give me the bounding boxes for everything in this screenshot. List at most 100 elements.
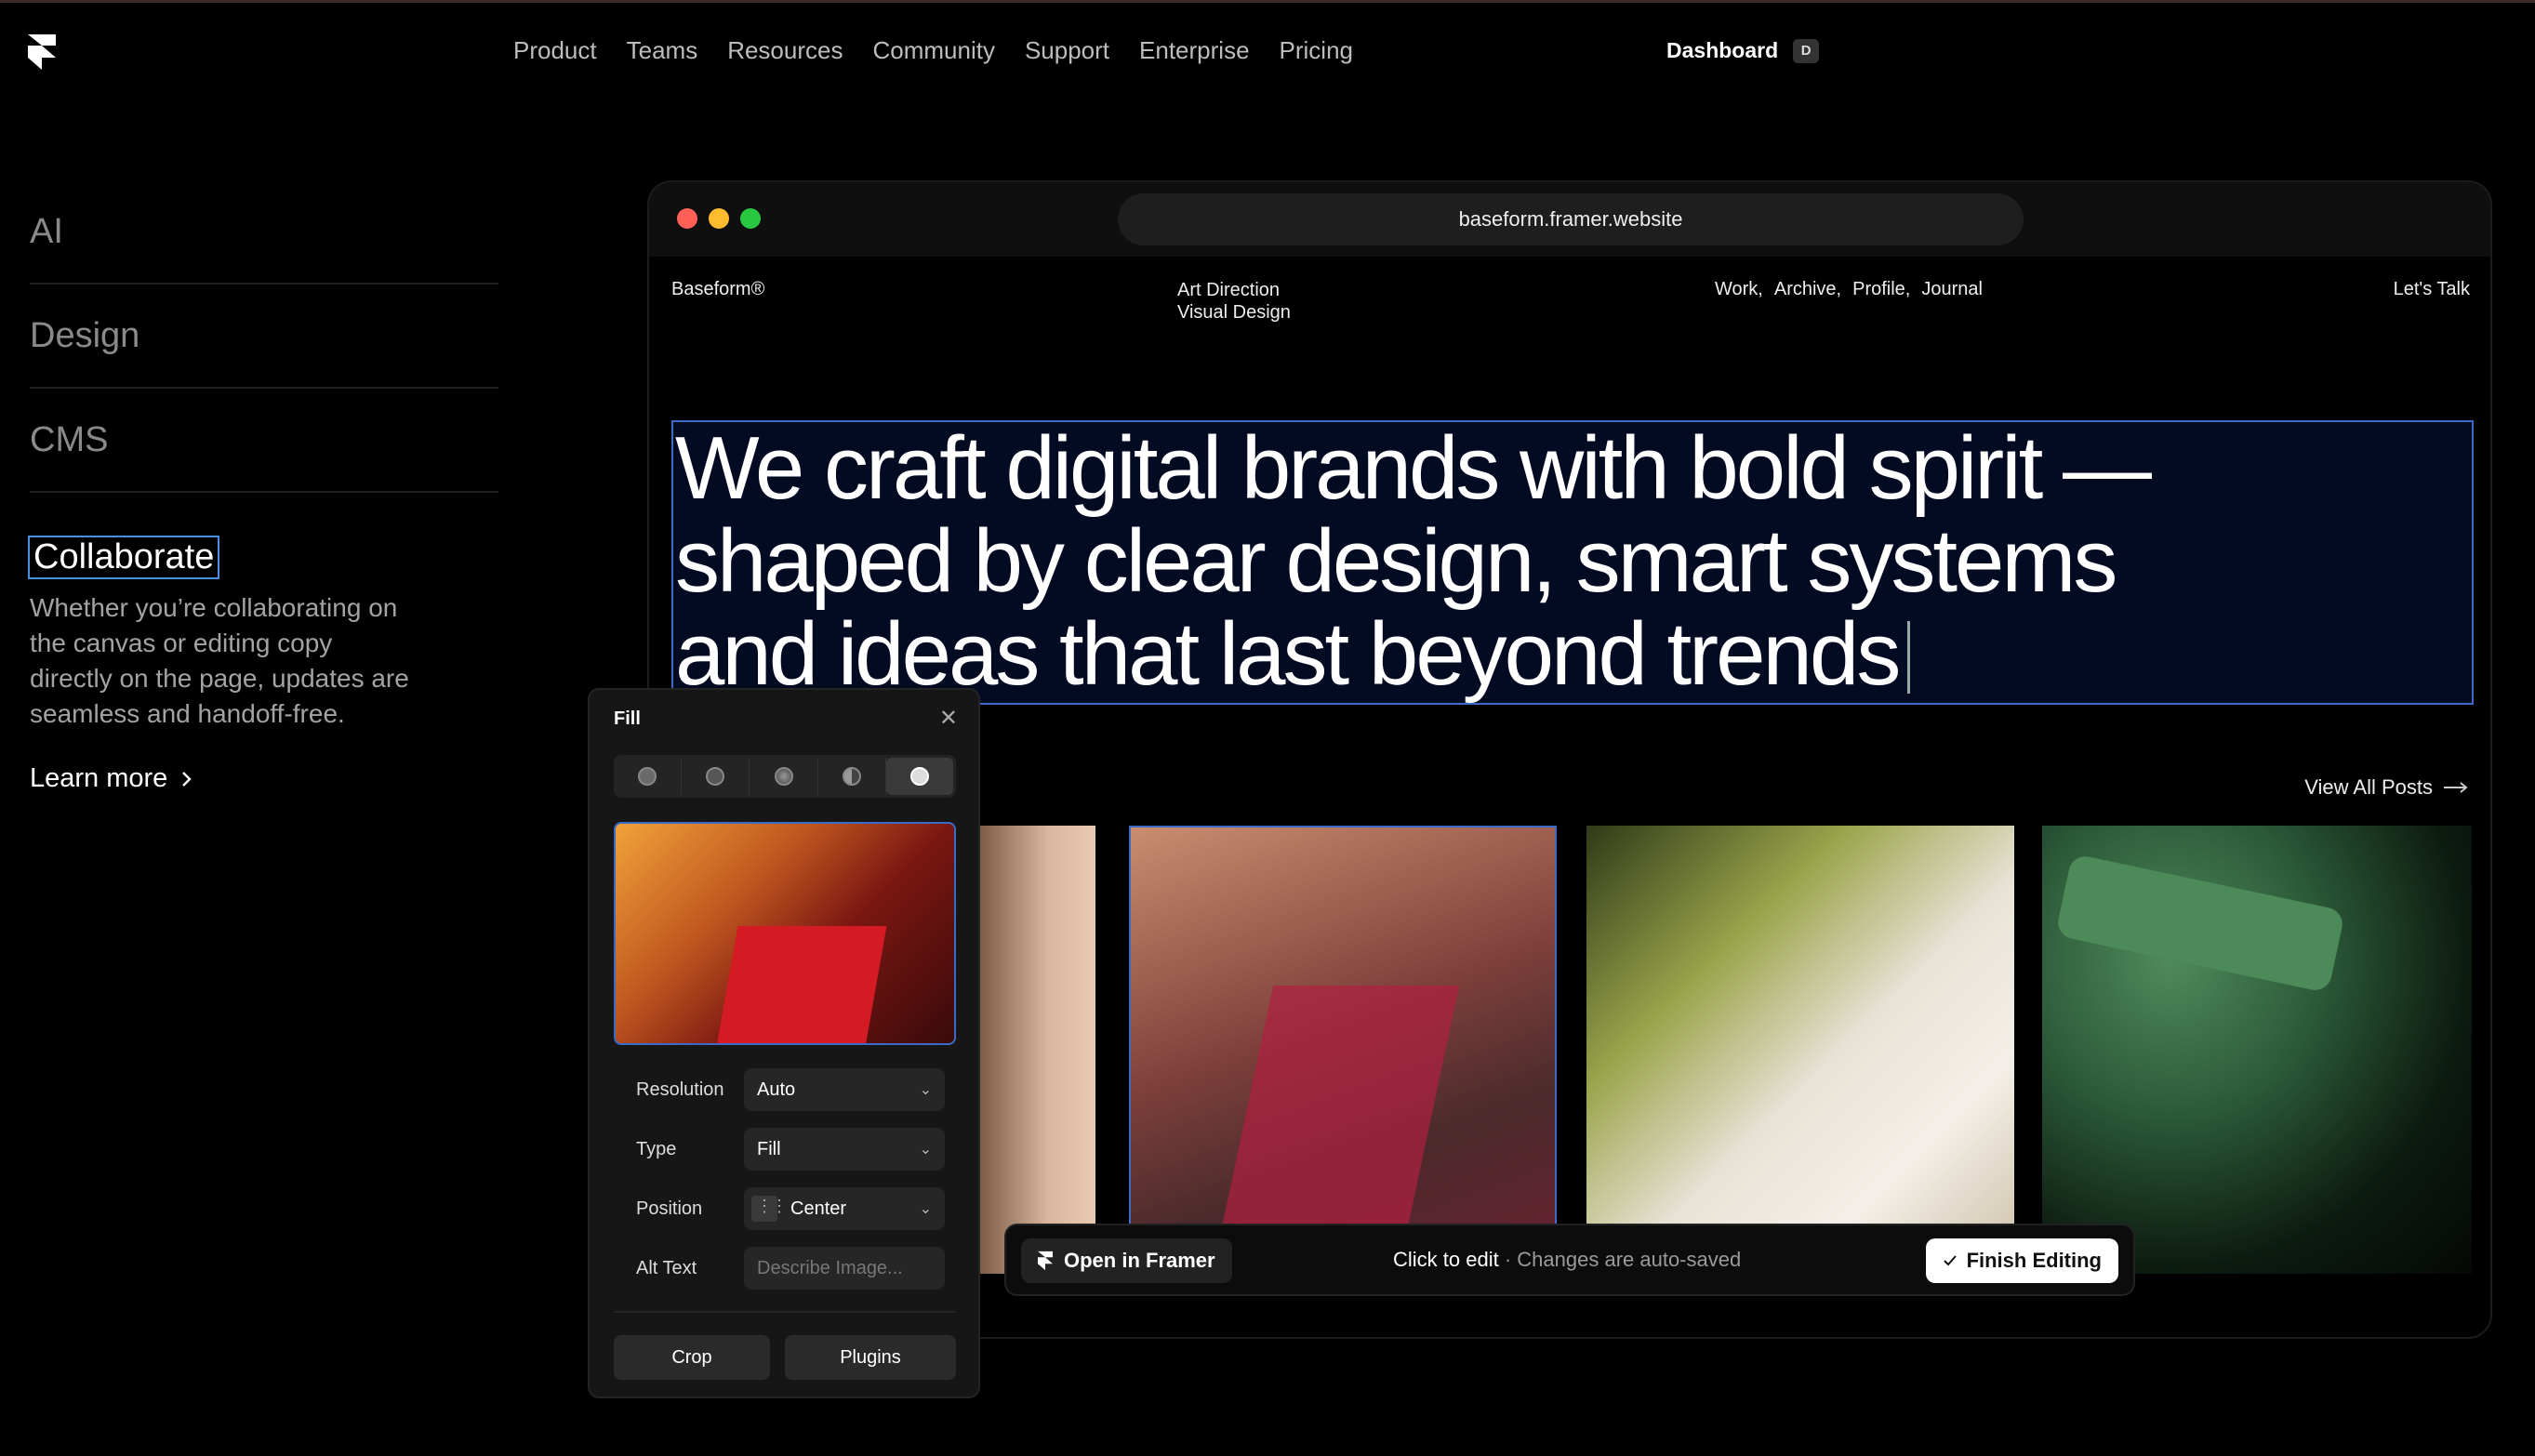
nav-community[interactable]: Community: [872, 36, 994, 65]
site-cta-lets-talk[interactable]: Let's Talk: [2394, 279, 2470, 300]
dashboard-shortcut-badge: D: [1793, 38, 1820, 63]
fill-solid-option[interactable]: [614, 758, 683, 795]
open-in-framer-button[interactable]: Open in Framer: [1021, 1238, 1232, 1283]
feature-ai[interactable]: AI: [30, 180, 498, 285]
dashboard-link[interactable]: Dashboard D: [1666, 38, 1820, 63]
resolution-value: Auto: [757, 1079, 796, 1100]
position-value: Center: [790, 1198, 847, 1219]
edit-hint-separator: ·: [1498, 1248, 1518, 1271]
main-nav: Product Teams Resources Community Suppor…: [513, 36, 1353, 65]
type-row: Type Fill ⌄: [614, 1127, 956, 1171]
feature-design[interactable]: Design: [30, 285, 498, 389]
browser-chrome: baseform.framer.website: [649, 182, 2490, 257]
hero-headline-line-2: shaped by clear design, smart systems: [675, 511, 2117, 611]
chair-arm-shape: [2054, 853, 2346, 994]
image-fill-icon: [909, 767, 929, 786]
edit-hint-sub: Changes are auto-saved: [1517, 1248, 1742, 1271]
site-tagline-line-2: Visual Design: [1177, 302, 1291, 323]
edit-mode-toolbar: Open in Framer Click to edit · Changes a…: [1004, 1224, 2135, 1296]
address-bar[interactable]: baseform.framer.website: [1118, 193, 2024, 245]
position-row: Position Center ⌄: [614, 1186, 956, 1231]
hero-headline-line-3: and ideas that last beyond trends: [675, 608, 2470, 701]
preview-jacket-shape: [716, 926, 887, 1043]
edit-hint-main: Click to edit: [1393, 1248, 1499, 1271]
text-caret: [1907, 621, 1911, 694]
feature-list: AI Design CMS Collaborate Whether you’re…: [28, 180, 498, 794]
fill-image-preview[interactable]: [614, 822, 956, 1045]
nav-pricing[interactable]: Pricing: [1280, 36, 1353, 65]
close-icon[interactable]: ✕: [939, 705, 958, 732]
resolution-label: Resolution: [636, 1079, 724, 1100]
alt-text-input[interactable]: Describe Image...: [744, 1247, 945, 1290]
site-link-work[interactable]: Work,: [1715, 279, 1763, 300]
site-header: Baseform® Art Direction Visual Design Wo…: [671, 279, 2470, 335]
fill-linear-option[interactable]: [682, 758, 750, 795]
linear-gradient-icon: [706, 767, 725, 786]
chevron-down-icon: ⌄: [919, 1082, 932, 1098]
site-link-journal[interactable]: Journal: [1921, 279, 1983, 300]
framer-logo-icon[interactable]: [28, 34, 56, 70]
position-grid-icon: [751, 1196, 786, 1222]
alt-text-label: Alt Text: [636, 1257, 697, 1278]
hero-headline-line-1: We craft digital brands with bold spirit…: [675, 418, 2152, 518]
hero-headline-editable[interactable]: We craft digital brands with bold spirit…: [671, 420, 2474, 705]
check-icon: [1943, 1255, 1957, 1266]
framer-logo-icon: [1038, 1251, 1053, 1271]
minimize-window-dot-icon[interactable]: [709, 208, 729, 229]
nav-enterprise[interactable]: Enterprise: [1139, 36, 1250, 65]
position-value-cell: Center: [751, 1196, 846, 1222]
learn-more-link[interactable]: Learn more: [30, 763, 498, 794]
finish-editing-button[interactable]: Finish Editing: [1925, 1238, 2118, 1283]
position-select[interactable]: Center ⌄: [744, 1187, 945, 1230]
crop-button[interactable]: Crop: [614, 1335, 770, 1380]
fill-type-segmented-control: [614, 755, 956, 798]
nav-product[interactable]: Product: [513, 36, 597, 65]
type-value: Fill: [757, 1138, 781, 1159]
plugins-button[interactable]: Plugins: [785, 1335, 956, 1380]
conic-gradient-icon: [842, 767, 861, 786]
feature-cms[interactable]: CMS: [30, 389, 498, 493]
feature-collaborate-title[interactable]: Collaborate: [28, 536, 220, 579]
post-image-feather-grass[interactable]: [1586, 826, 2014, 1274]
solid-fill-icon: [638, 767, 657, 786]
alt-text-row: Alt Text Describe Image...: [614, 1246, 956, 1291]
site-brand[interactable]: Baseform®: [671, 279, 764, 300]
site-tagline-line-1: Art Direction: [1177, 280, 1281, 300]
nav-teams[interactable]: Teams: [627, 36, 698, 65]
radial-gradient-icon: [774, 767, 793, 786]
fill-image-option[interactable]: [885, 758, 954, 795]
post-image-green-chair[interactable]: [2042, 826, 2472, 1274]
site-links: Work, Archive, Profile, Journal: [1715, 279, 1983, 300]
site-link-profile[interactable]: Profile,: [1852, 279, 1910, 300]
fill-panel-title: Fill: [614, 708, 641, 729]
nav-resources[interactable]: Resources: [727, 36, 843, 65]
maximize-window-dot-icon[interactable]: [740, 208, 761, 229]
chevron-down-icon: ⌄: [919, 1201, 932, 1217]
site-link-archive[interactable]: Archive,: [1774, 279, 1841, 300]
type-select[interactable]: Fill ⌄: [744, 1128, 945, 1171]
window-controls: [677, 208, 761, 229]
panel-divider: [614, 1311, 956, 1313]
type-label: Type: [636, 1138, 677, 1159]
view-all-posts-link[interactable]: View All Posts: [2304, 775, 2470, 800]
open-in-framer-label: Open in Framer: [1064, 1249, 1215, 1272]
feature-collaborate: Collaborate Whether you’re collaborating…: [28, 536, 498, 794]
edit-hint: Click to edit · Changes are auto-saved: [1393, 1248, 1741, 1272]
position-label: Position: [636, 1198, 703, 1219]
resolution-select[interactable]: Auto ⌄: [744, 1068, 945, 1111]
feature-collaborate-description: Whether you’re collaborating on the canv…: [30, 593, 409, 728]
finish-editing-label: Finish Editing: [1966, 1249, 2102, 1272]
fill-radial-option[interactable]: [750, 758, 818, 795]
nav-support[interactable]: Support: [1025, 36, 1109, 65]
post-image-portrait-partial[interactable]: [978, 826, 1095, 1274]
view-all-posts-label: View All Posts: [2304, 775, 2433, 799]
resolution-row: Resolution Auto ⌄: [614, 1067, 956, 1112]
arrow-right-icon: [2444, 782, 2468, 793]
fill-panel: Fill ✕ Resolution Auto ⌄ Type Fill ⌄ Pos…: [588, 688, 980, 1398]
fill-conic-option[interactable]: [818, 758, 886, 795]
learn-more-label: Learn more: [30, 763, 168, 793]
close-window-dot-icon[interactable]: [677, 208, 697, 229]
post-image-portrait-selected[interactable]: [1129, 826, 1557, 1274]
chevron-right-icon: [182, 771, 192, 787]
chevron-down-icon: ⌄: [919, 1142, 932, 1158]
